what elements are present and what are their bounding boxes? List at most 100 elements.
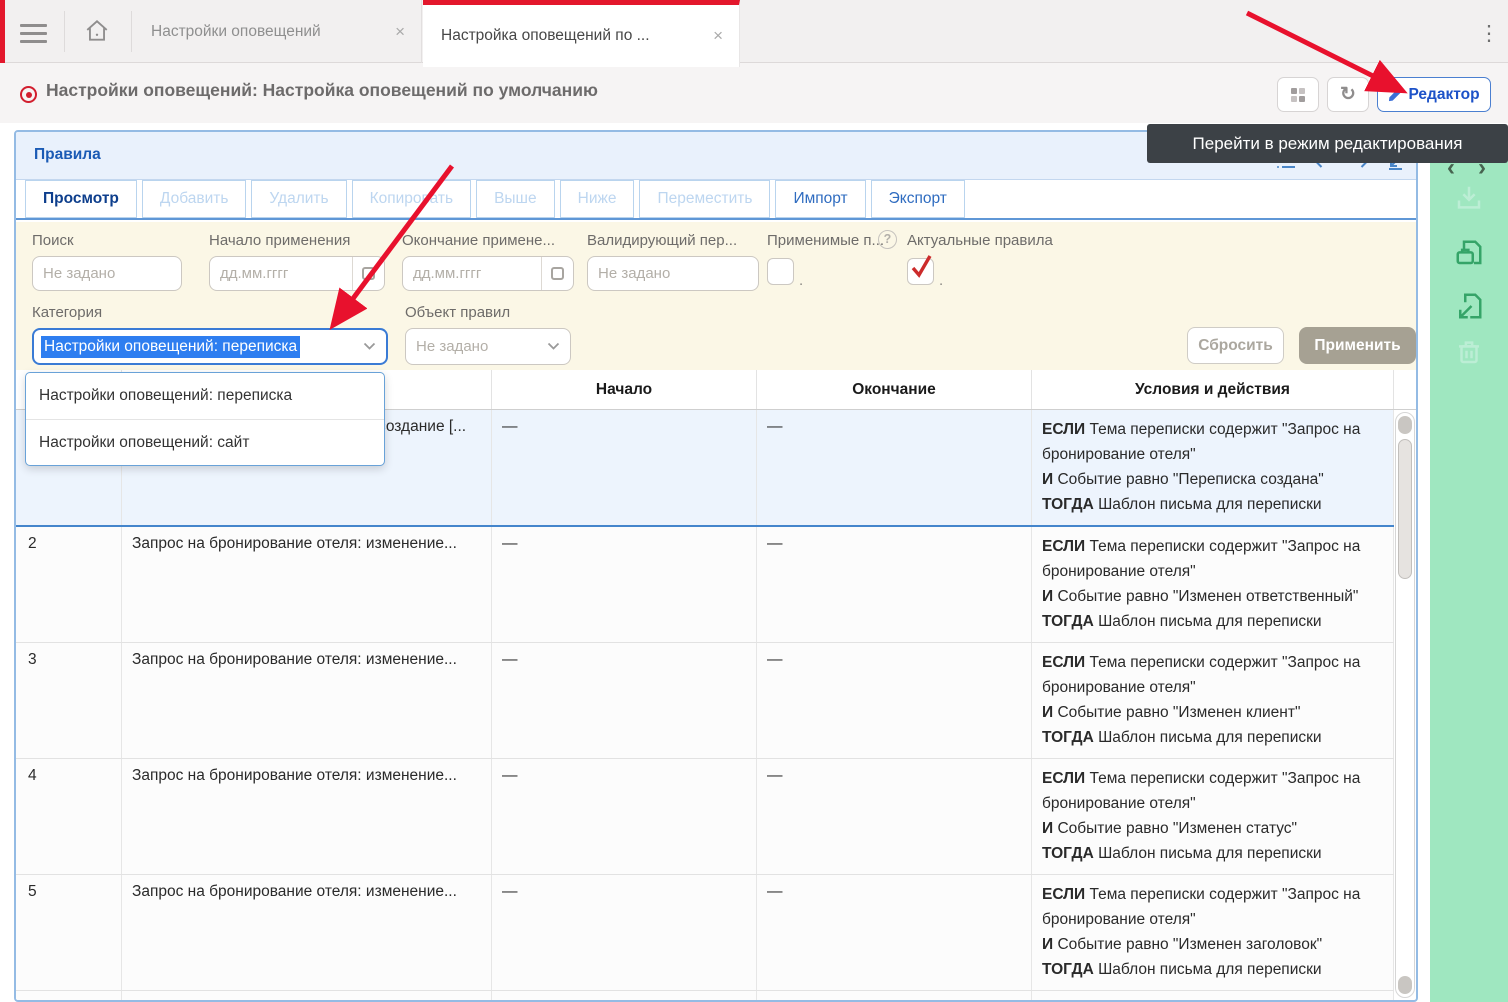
calendar-button[interactable]: [352, 257, 384, 290]
tab-default-notification-settings[interactable]: Настройка оповещений по ... ×: [423, 0, 740, 67]
apply-button[interactable]: Применить: [1299, 327, 1416, 364]
scrollbar-thumb[interactable]: [1398, 439, 1412, 579]
vertical-scrollbar[interactable]: [1395, 412, 1415, 998]
toolbar-view-button[interactable]: Просмотр: [25, 180, 137, 218]
table-row[interactable]: 3 Запрос на бронирование отеля: изменени…: [16, 643, 1394, 759]
file-case-icon: [1454, 238, 1484, 268]
toolbar-export-button[interactable]: Экспорт: [871, 180, 965, 218]
checkbox-suffix: .: [799, 272, 803, 289]
tab-label: Настройки оповещений: [133, 23, 395, 41]
close-icon[interactable]: ×: [395, 22, 421, 42]
hamburger-menu-button[interactable]: [20, 19, 47, 48]
column-header-start[interactable]: Начало: [492, 370, 757, 409]
rule-end: —: [757, 875, 1032, 990]
scroll-up-button[interactable]: [1398, 416, 1412, 434]
toolbar-move-button[interactable]: Переместить: [639, 180, 770, 218]
editor-button-label: Редактор: [1408, 86, 1479, 104]
rule-start: —: [492, 875, 757, 990]
trash-icon: [1454, 337, 1484, 367]
download-tray-icon: [1454, 183, 1484, 213]
toolbar-copy-button[interactable]: Копировать: [352, 180, 471, 218]
row-number: 2: [16, 527, 122, 642]
actual-rules-checkbox[interactable]: [907, 258, 934, 285]
toolbar-import-button[interactable]: Импорт: [775, 180, 865, 218]
side-action-bar: ‹ ›: [1430, 130, 1508, 1002]
download-tray-button[interactable]: [1454, 183, 1484, 215]
row-number: 4: [16, 759, 122, 874]
calendar-button[interactable]: [541, 257, 573, 290]
row-number: 6: [16, 991, 122, 1000]
rule-conditions: ЕСЛИ Тема переписки содержит "Запрос на …: [1032, 410, 1394, 525]
applicable-rules-checkbox[interactable]: [767, 258, 794, 285]
category-label: Категория: [32, 304, 102, 321]
column-header-end[interactable]: Окончание: [757, 370, 1032, 409]
file-case-button[interactable]: [1454, 238, 1484, 270]
home-button[interactable]: [78, 15, 116, 49]
table-body: 1 Запрос на бронирование отеля: создание…: [16, 410, 1416, 1000]
applicable-label: Применимые п...: [767, 232, 884, 249]
red-check-icon: [908, 252, 934, 280]
file-export-button[interactable]: [1454, 291, 1484, 323]
toolbar-delete-button[interactable]: Удалить: [251, 180, 346, 218]
table-row[interactable]: 2 Запрос на бронирование отеля: изменени…: [16, 527, 1394, 643]
row-number: 5: [16, 875, 122, 990]
table-row[interactable]: 4 Запрос на бронирование отеля: изменени…: [16, 759, 1394, 875]
help-icon[interactable]: ?: [878, 230, 897, 249]
editor-button[interactable]: Редактор: [1377, 77, 1491, 112]
dropdown-option-site[interactable]: Настройки оповещений: сайт: [26, 419, 384, 465]
dropdown-option-correspondence[interactable]: Настройки оповещений: переписка: [26, 373, 384, 419]
date-from-label: Начало применения: [209, 232, 350, 249]
panel-title: Правила: [34, 146, 101, 164]
rule-name: Запрос на бронирование отеля: изменение.…: [122, 527, 492, 642]
chevron-down-icon[interactable]: [547, 342, 560, 351]
rule-name: Запрос на бронирование отеля: изменение.…: [122, 759, 492, 874]
rule-object-select[interactable]: Не задано: [405, 328, 571, 365]
rule-conditions: ЕСЛИ Тема переписки содержит "Запрос на …: [1032, 759, 1394, 874]
top-tab-bar: Настройки оповещений × Настройка оповеще…: [0, 0, 1508, 63]
rule-end: —: [757, 527, 1032, 642]
date-to-field[interactable]: [402, 256, 574, 291]
actual-rules-label: Актуальные правила: [907, 232, 1053, 249]
rule-end: —: [757, 759, 1032, 874]
rule-conditions: ЕСЛИ Тема переписки содержит "Запрос на …: [1032, 643, 1394, 758]
row-number: 3: [16, 643, 122, 758]
toolbar-up-button[interactable]: Выше: [476, 180, 555, 218]
validator-input[interactable]: [587, 256, 759, 291]
toolbar-add-button[interactable]: Добавить: [142, 180, 247, 218]
category-dropdown-list: Настройки оповещений: переписка Настройк…: [25, 372, 385, 466]
filter-panel: Поиск Начало применения Окончание примен…: [16, 222, 1416, 370]
trash-button[interactable]: [1454, 337, 1484, 369]
pencil-icon: [1388, 88, 1402, 102]
refresh-icon: ↻: [1340, 83, 1356, 106]
column-header-conditions[interactable]: Условия и действия: [1032, 370, 1394, 409]
refresh-button[interactable]: ↻: [1327, 77, 1369, 112]
table-row[interactable]: 5 Запрос на бронирование отеля: изменени…: [16, 875, 1394, 991]
date-from-field[interactable]: [209, 256, 385, 291]
page-header: Настройки оповещений: Настройка оповещен…: [0, 63, 1508, 123]
category-select[interactable]: Настройки оповещений: переписка: [32, 328, 388, 365]
scroll-down-button[interactable]: [1398, 976, 1412, 994]
rule-end: —: [757, 410, 1032, 525]
chevron-down-icon[interactable]: [363, 342, 376, 351]
kebab-menu-button[interactable]: ⋮: [1474, 13, 1504, 53]
tab-notification-settings[interactable]: Настройки оповещений ×: [133, 0, 422, 63]
rule-name: Запрос на бронирование отеля: изменение.…: [122, 643, 492, 758]
category-selected-value: Настройки оповещений: переписка: [41, 336, 300, 358]
divider: [64, 11, 65, 52]
rule-conditions: ЕСЛИ Тема переписки содержит "Запрос на …: [1032, 991, 1394, 1000]
close-icon[interactable]: ×: [713, 26, 739, 46]
editor-tooltip: Перейти в режим редактирования: [1147, 124, 1508, 163]
calendar-icon: [551, 267, 564, 280]
reset-button[interactable]: Сбросить: [1187, 327, 1284, 364]
rule-conditions: ЕСЛИ Тема переписки содержит "Запрос на …: [1032, 875, 1394, 990]
table-row[interactable]: 6 Запрос на бронирование отеля: изменени…: [16, 991, 1394, 1000]
date-from-input[interactable]: [210, 257, 352, 290]
rule-start: —: [492, 410, 757, 525]
search-input[interactable]: [32, 256, 182, 291]
toolbar-down-button[interactable]: Ниже: [560, 180, 635, 218]
grid-view-button[interactable]: [1277, 77, 1319, 112]
page-title: Настройки оповещений: Настройка оповещен…: [46, 80, 598, 101]
date-to-input[interactable]: [403, 257, 541, 290]
rule-conditions: ЕСЛИ Тема переписки содержит "Запрос на …: [1032, 527, 1394, 642]
search-label: Поиск: [32, 232, 74, 249]
